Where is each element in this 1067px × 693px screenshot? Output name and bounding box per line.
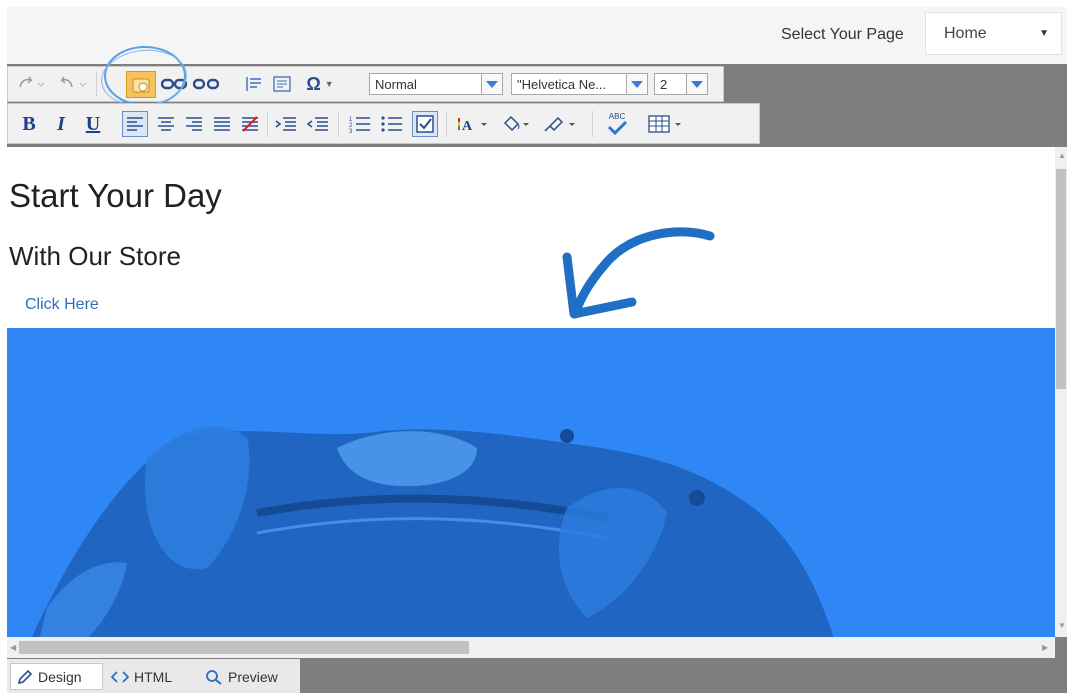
page-select[interactable]: Home ▼ xyxy=(925,12,1062,55)
align-center-icon xyxy=(158,117,174,131)
dropdown-arrow-icon xyxy=(686,74,707,94)
magnifier-icon xyxy=(206,669,222,685)
unlink-icon xyxy=(193,78,219,90)
separator xyxy=(338,111,339,137)
tab-design[interactable]: Design xyxy=(10,663,103,690)
svg-text:A: A xyxy=(462,119,473,133)
indent-icon xyxy=(275,117,296,131)
justify-button[interactable] xyxy=(210,112,234,136)
symbol-button[interactable]: Ω ▼ xyxy=(300,73,340,95)
hero-image xyxy=(7,328,1055,637)
redo-icon xyxy=(60,76,87,88)
outdent-icon xyxy=(307,117,328,131)
redo-button[interactable] xyxy=(56,73,90,95)
scroll-right-icon[interactable]: ▶ xyxy=(1042,643,1048,652)
align-left-icon xyxy=(127,117,143,131)
align-left-button[interactable] xyxy=(122,111,148,137)
mode-tabs: Design HTML Preview xyxy=(7,659,300,693)
horizontal-scroll-thumb[interactable] xyxy=(19,641,469,654)
format-block-dropdown[interactable]: Normal xyxy=(369,73,503,95)
separator xyxy=(446,111,447,137)
remove-alignment-icon xyxy=(242,116,258,132)
toolbar-row-2: B I U 123 A ABC xyxy=(7,103,760,144)
tab-preview[interactable]: Preview xyxy=(205,663,278,690)
remove-alignment-button[interactable] xyxy=(238,112,262,136)
spellcheck-label: ABC xyxy=(608,112,626,121)
select-page-label: Select Your Page xyxy=(781,26,904,43)
template-icon xyxy=(273,76,291,92)
backpack-image xyxy=(31,426,834,637)
spellcheck-icon xyxy=(607,121,628,135)
horizontal-scrollbar[interactable]: ◀ ▶ xyxy=(7,637,1055,658)
font-size-dropdown[interactable]: 2 xyxy=(654,73,708,95)
scroll-left-icon[interactable]: ◀ xyxy=(10,643,16,652)
table-icon xyxy=(648,115,681,133)
fore-color-button[interactable]: A xyxy=(455,112,495,136)
arrow-annotation-icon xyxy=(562,227,715,319)
font-name-dropdown[interactable]: "Helvetica Ne... xyxy=(511,73,648,95)
page-subheading: With Our Store xyxy=(9,241,181,271)
tab-html[interactable]: HTML xyxy=(111,663,172,690)
scroll-down-icon[interactable]: ▼ xyxy=(1058,621,1066,630)
dropdown-arrow-icon xyxy=(481,74,502,94)
tab-preview-label: Preview xyxy=(228,668,278,685)
spellcheck-button[interactable]: ABC xyxy=(600,110,634,138)
tab-design-label: Design xyxy=(38,668,82,685)
bullet-list-button[interactable] xyxy=(378,112,406,136)
align-right-icon xyxy=(186,117,202,131)
editor-content[interactable]: Start Your Day With Our Store Click Here xyxy=(7,147,1055,637)
unlink-button[interactable] xyxy=(192,73,220,95)
paint-bucket-icon xyxy=(503,115,529,132)
scroll-up-icon[interactable]: ▲ xyxy=(1058,151,1066,160)
paragraph-icon xyxy=(246,77,261,91)
paragraph-button[interactable] xyxy=(242,73,266,95)
numbered-list-icon: 123 xyxy=(349,117,370,133)
checkbox-icon xyxy=(416,115,434,133)
page-heading: Start Your Day xyxy=(9,177,222,214)
format-stripper-button[interactable] xyxy=(412,111,438,137)
bullet-list-icon xyxy=(381,116,402,132)
undo-button[interactable] xyxy=(14,73,48,95)
justify-icon xyxy=(214,117,230,131)
outdent-button[interactable] xyxy=(304,112,332,136)
separator xyxy=(267,111,268,137)
chevron-down-icon: ▼ xyxy=(324,79,334,89)
font-name-value: "Helvetica Ne... xyxy=(517,77,607,92)
format-block-value: Normal xyxy=(375,77,417,92)
insert-table-button[interactable] xyxy=(644,112,692,136)
align-right-button[interactable] xyxy=(182,112,206,136)
bold-button[interactable]: B xyxy=(18,112,40,136)
undo-icon xyxy=(19,76,45,88)
font-size-value: 2 xyxy=(660,77,668,92)
svg-text:3: 3 xyxy=(349,129,353,133)
pencil-icon xyxy=(17,669,33,684)
code-icon xyxy=(111,670,129,683)
back-color-button[interactable] xyxy=(500,112,534,136)
click-here-link[interactable]: Click Here xyxy=(25,296,99,314)
separator xyxy=(96,72,97,96)
italic-button[interactable]: I xyxy=(50,112,72,136)
template-button[interactable] xyxy=(270,73,294,95)
dropdown-arrow-icon: ▼ xyxy=(1039,28,1049,39)
numbered-list-button[interactable]: 123 xyxy=(346,112,374,136)
vertical-scroll-thumb[interactable] xyxy=(1056,169,1066,389)
format-painter-button[interactable] xyxy=(540,112,582,136)
dropdown-arrow-icon xyxy=(626,74,647,94)
align-center-button[interactable] xyxy=(154,112,178,136)
indent-button[interactable] xyxy=(272,112,300,136)
omega-icon: Ω xyxy=(306,73,321,94)
vertical-scrollbar[interactable]: ▲ ▼ xyxy=(1055,147,1067,637)
brush-icon xyxy=(544,116,575,132)
tab-html-label: HTML xyxy=(134,668,173,685)
underline-button[interactable]: U xyxy=(82,112,104,136)
font-color-icon: A xyxy=(458,118,487,133)
page-select-value: Home xyxy=(944,25,987,42)
separator xyxy=(592,111,593,137)
